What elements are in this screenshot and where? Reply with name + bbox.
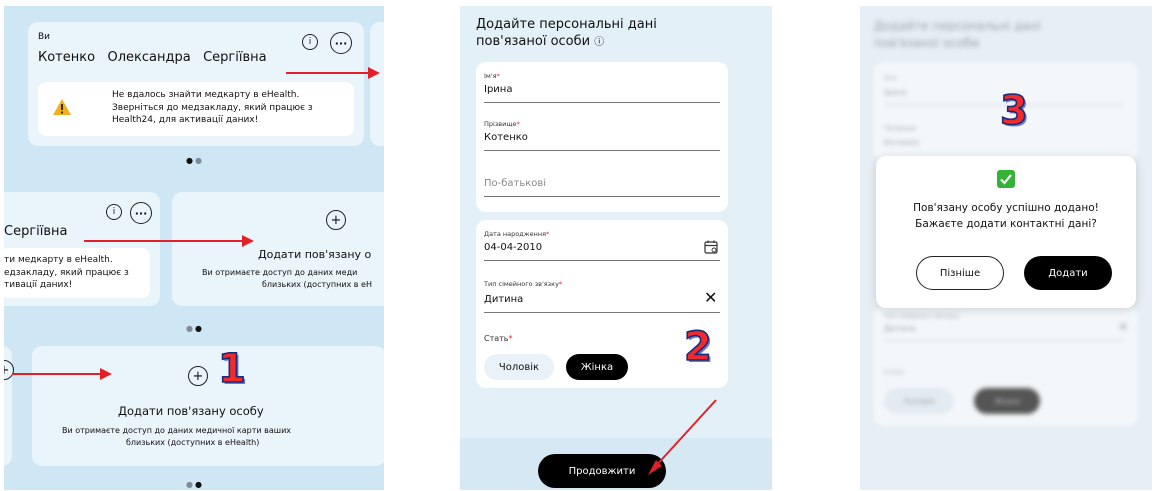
success-check-icon (997, 170, 1015, 188)
success-dialog: Пов'язану особу успішно додано! Бажаєте … (876, 156, 1136, 308)
field-underline (484, 312, 720, 313)
warning-box: ти медкарту в eHealth. едзакладу, який п… (4, 248, 150, 298)
last-name-label: Прізвище* (484, 120, 520, 128)
add-card-desc-1: Ви отримаєте доступ до даних медичної ка… (62, 426, 292, 435)
person-name-partial: Сергіївна (4, 224, 68, 239)
step-number: 2 (683, 323, 712, 371)
birth-date-label: Дата народження* (484, 230, 550, 238)
screenshot-stage: Ви Котенко Олександра Сергіївна i ··· Не… (0, 0, 1158, 491)
birth-date-field[interactable]: 04-04-2010 (484, 242, 542, 253)
person-card-self-shifted[interactable]: Сергіївна i ··· ти медкарту в eHealth. е… (4, 192, 160, 306)
add-icon: + (326, 210, 346, 230)
bg-clear-icon: ✕ (1118, 320, 1129, 334)
bg-last-name-label: Прізвище (884, 124, 917, 132)
more-options-icon[interactable]: ··· (330, 32, 352, 54)
field-underline (484, 260, 720, 261)
dialog-message-line-1: Пов'язану особу успішно додано! (913, 202, 1099, 214)
calendar-icon[interactable] (704, 240, 718, 254)
field-underline (484, 102, 720, 103)
add-icon: + (188, 366, 208, 386)
warning-line-3: тивації даних! (4, 280, 73, 290)
step-number: 1 (217, 345, 246, 393)
panel-add-person-form: Додайте персональні дані пов'язаної особ… (460, 6, 772, 490)
gender-label: Стать* (484, 334, 513, 343)
bg-title-line-1: Додайте персональні дані (874, 19, 1041, 33)
later-button[interactable]: Пізніше (916, 256, 1004, 290)
carousel-dots: ●● (186, 480, 204, 489)
add-card-desc-2: близьких (доступних в eH (262, 280, 372, 289)
bg-gender-male: Чоловік (884, 388, 954, 414)
relation-type-field[interactable]: Дитина (484, 294, 523, 305)
panel-success-modal: Додайте персональні дані пов'язаної особ… (860, 6, 1152, 490)
dialog-message-line-2: Бажаєте додати контактні дані? (915, 218, 1097, 230)
bg-underline (884, 340, 1124, 341)
bg-first-name-label: Ім'я (884, 74, 897, 82)
info-icon[interactable]: i (106, 204, 122, 220)
bg-form-card-2: Тип сімейного зв'язку Дитина ✕ Стать Чол… (874, 306, 1138, 426)
add-card-title: Додати пов'язану о (258, 248, 372, 261)
bg-first-name-value: Ірина (884, 88, 907, 97)
bg-title-line-2: пов'язаної особи (874, 36, 980, 50)
next-card-peek (370, 22, 384, 146)
person-card-self[interactable]: Ви Котенко Олександра Сергіївна i ··· Не… (28, 22, 364, 146)
first-name-field[interactable]: Ірина (484, 84, 512, 95)
relation-type-label: Тип сімейного зв'язку* (484, 280, 563, 288)
owner-label: Ви (38, 32, 51, 42)
warning-icon (53, 99, 71, 115)
add-linked-person-card-partial[interactable]: + Додати пов'язану о Ви отримаєте доступ… (172, 192, 384, 306)
field-underline (484, 196, 720, 197)
field-underline (484, 150, 720, 151)
gender-male-button[interactable]: Чоловік (484, 354, 554, 380)
annotation-arrow (286, 67, 380, 79)
add-contact-button[interactable]: Додати (1024, 256, 1112, 290)
last-name-field[interactable]: Котенко (484, 132, 528, 143)
annotation-arrow (84, 235, 254, 247)
bg-gender-female: Жінка (974, 388, 1040, 414)
info-icon[interactable]: ⓘ (594, 37, 604, 48)
first-name-label: Ім'я* (484, 72, 500, 80)
info-icon[interactable]: i (302, 34, 318, 50)
form-title-line-2: пов'язаної особи ⓘ (476, 34, 605, 49)
warning-line-2: едзакладу, який працює з (4, 267, 129, 278)
warning-box: Не вдалось знайти медкарту в eHealth. Зв… (38, 82, 354, 136)
warning-line-1: Не вдалось знайти медкарту в eHealth. (112, 90, 300, 100)
bg-gender-label: Стать (884, 368, 904, 376)
add-icon: + (4, 360, 14, 380)
add-linked-person-card[interactable]: + Додати пов'язану особу Ви отримаєте до… (32, 346, 384, 466)
personal-data-form: Ім'я* Ірина Прізвище* Котенко По-батьков… (476, 62, 728, 212)
gender-female-button[interactable]: Жінка (566, 354, 628, 380)
form-title-line-1: Додайте персональні дані (476, 17, 657, 32)
annotation-arrow (648, 399, 717, 475)
warning-line-3: Health24, для активації даних! (112, 115, 259, 125)
add-card-desc-2: близьких (доступних в eHealth) (126, 438, 260, 447)
bg-last-name-value: Котенко (884, 138, 920, 147)
warning-line-2: Зверніться до медзакладу, який працює з (112, 102, 313, 113)
warning-line-1: ти медкарту в eHealth. (4, 255, 113, 265)
more-options-icon[interactable]: ··· (130, 202, 152, 224)
annotation-arrow (12, 368, 112, 380)
carousel-dots: ●● (186, 324, 204, 333)
bg-form-title: Додайте персональні дані пов'язаної особ… (874, 18, 1041, 52)
bg-relation-value: Дитина (884, 324, 916, 333)
clear-icon[interactable]: ✕ (704, 288, 717, 307)
person-name: Котенко Олександра Сергіївна (38, 50, 267, 65)
carousel-dots: ●● (186, 156, 204, 165)
step-number: 3 (999, 87, 1028, 135)
bg-relation-label: Тип сімейного зв'язку (884, 312, 959, 320)
add-card-title: Додати пов'язану особу (118, 404, 264, 418)
panel-linked-persons-cards: Ви Котенко Олександра Сергіївна i ··· Не… (4, 6, 384, 490)
form-title: Додайте персональні дані пов'язаної особ… (476, 16, 657, 51)
patronymic-field[interactable]: По-батькові (484, 178, 546, 189)
add-card-desc-1: Ви отримаєте доступ до даних меди (202, 268, 358, 277)
